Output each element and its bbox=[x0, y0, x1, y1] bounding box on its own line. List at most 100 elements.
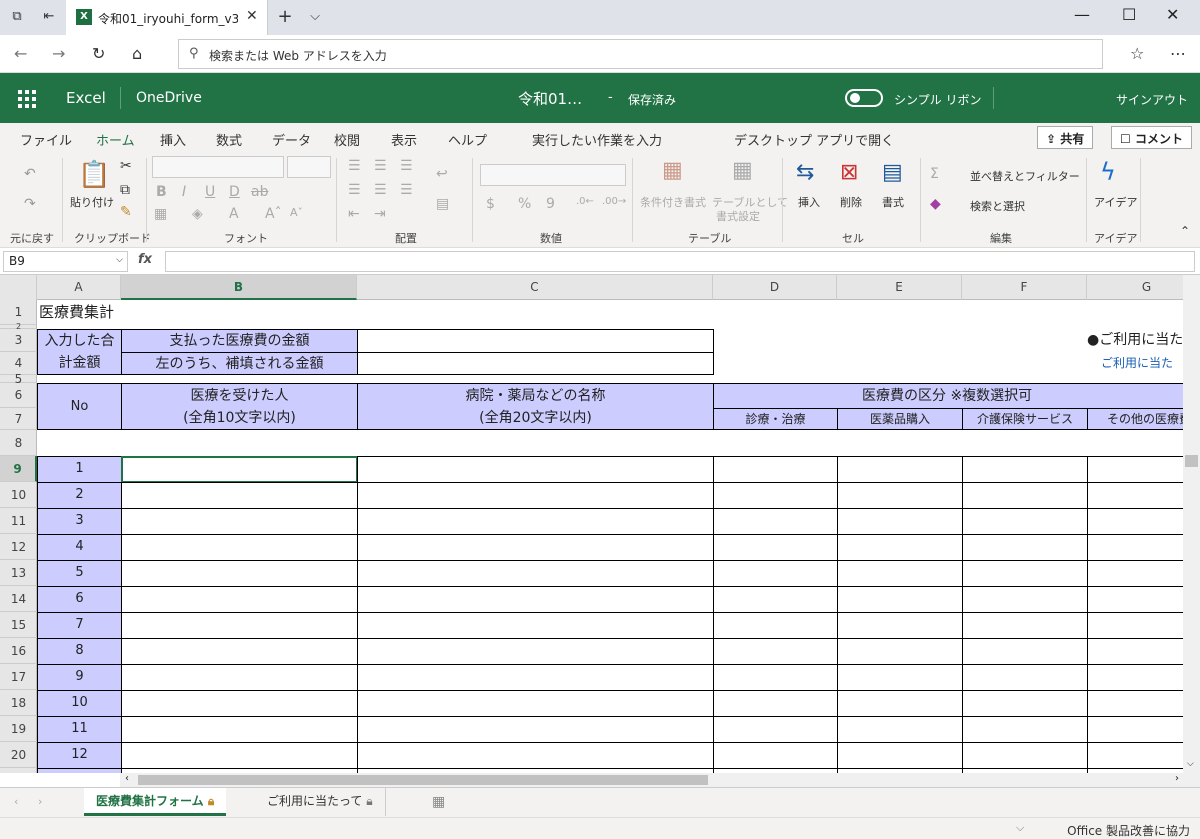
strikethrough-icon[interactable]: ab bbox=[251, 184, 268, 200]
paste-icon[interactable]: 📋 bbox=[78, 160, 110, 190]
cell-patient-name[interactable] bbox=[121, 690, 358, 717]
name-box[interactable]: B9 ⌵ bbox=[3, 251, 128, 272]
cell-patient-name[interactable] bbox=[121, 742, 358, 769]
cell-patient-name[interactable] bbox=[121, 560, 358, 587]
row-header[interactable]: 13 bbox=[0, 560, 37, 586]
font-color-icon[interactable]: A bbox=[229, 206, 239, 222]
align-middle-icon[interactable]: ☰ bbox=[374, 158, 387, 174]
maximize-icon[interactable]: ☐ bbox=[1122, 5, 1136, 24]
sheet-tab-form[interactable]: 医療費集計フォーム 🔒︎ bbox=[84, 788, 227, 816]
tab-view[interactable]: 表示 bbox=[391, 130, 417, 149]
cell-d6-category-header[interactable]: 医療費の区分 ※複数選択可 bbox=[713, 383, 1200, 409]
borders-icon[interactable]: ▦ bbox=[154, 206, 167, 222]
find-select-label[interactable]: 検索と選択 bbox=[970, 198, 1025, 214]
sheet-view-icon[interactable]: ▦ bbox=[432, 794, 445, 810]
cell-row-number[interactable]: 4 bbox=[37, 534, 122, 561]
cell-hospital-name[interactable] bbox=[357, 612, 714, 639]
next-sheet-icon[interactable]: › bbox=[38, 795, 42, 808]
delete-cells-icon[interactable]: ⊠ bbox=[840, 160, 858, 185]
cell-care[interactable] bbox=[962, 716, 1088, 743]
column-header-a[interactable]: A bbox=[37, 275, 121, 300]
column-header-d[interactable]: D bbox=[713, 275, 837, 300]
row-header[interactable]: 6 bbox=[0, 383, 37, 408]
conditional-format-label[interactable]: 条件付き書式 bbox=[640, 194, 706, 210]
close-tab-icon[interactable]: ✕ bbox=[246, 8, 258, 24]
cell-care[interactable] bbox=[962, 560, 1088, 587]
cell-care[interactable] bbox=[962, 534, 1088, 561]
cell-row-number[interactable]: 2 bbox=[37, 482, 122, 509]
cell-medicine[interactable] bbox=[837, 664, 963, 691]
cell-medicine[interactable] bbox=[837, 456, 963, 483]
cell-hospital-name[interactable] bbox=[357, 456, 714, 483]
cell-care[interactable] bbox=[962, 456, 1088, 483]
cell-care[interactable] bbox=[962, 612, 1088, 639]
italic-icon[interactable]: I bbox=[182, 184, 186, 200]
share-button[interactable]: ⇪ 共有 bbox=[1037, 126, 1094, 149]
tab-review[interactable]: 校閲 bbox=[334, 130, 360, 149]
align-bottom-icon[interactable]: ☰ bbox=[400, 158, 413, 174]
cell-hospital-name[interactable] bbox=[357, 586, 714, 613]
insert-function-icon[interactable]: fx bbox=[138, 252, 152, 267]
cell-treatment[interactable] bbox=[713, 560, 838, 587]
comment-button[interactable]: ☐ コメント bbox=[1111, 126, 1192, 149]
row-header[interactable]: 5 bbox=[0, 373, 37, 385]
cell-no-header[interactable]: No bbox=[37, 383, 122, 430]
row-header[interactable]: 3 bbox=[0, 329, 37, 352]
app-name[interactable]: Excel bbox=[66, 89, 106, 107]
row-header[interactable]: 18 bbox=[0, 690, 37, 716]
address-input[interactable]: ⚲ 検索または Web アドレスを入力 bbox=[178, 39, 1103, 69]
cell-row-number[interactable]: 8 bbox=[37, 638, 122, 665]
clear-icon[interactable]: ◆ bbox=[930, 196, 941, 212]
cell-treatment[interactable] bbox=[713, 690, 838, 717]
cell-care[interactable] bbox=[962, 508, 1088, 535]
conditional-format-icon[interactable]: ▦ bbox=[662, 158, 683, 183]
cell-care[interactable] bbox=[962, 690, 1088, 717]
number-format-select[interactable] bbox=[480, 164, 626, 186]
cell-row-number[interactable]: 13 bbox=[37, 768, 122, 773]
cell-a1-title[interactable]: 医療費集計 bbox=[37, 300, 122, 325]
align-right-icon[interactable]: ☰ bbox=[400, 182, 413, 198]
cell-care[interactable] bbox=[962, 742, 1088, 769]
shrink-font-icon[interactable]: Aˇ bbox=[290, 206, 303, 219]
cell-treatment[interactable] bbox=[713, 586, 838, 613]
cell-hospital-name[interactable] bbox=[357, 716, 714, 743]
file-title[interactable]: 令和01… bbox=[518, 88, 582, 109]
cell-patient-name[interactable] bbox=[121, 612, 358, 639]
row-header[interactable]: 19 bbox=[0, 716, 37, 742]
font-name-select[interactable] bbox=[152, 156, 284, 178]
cell-medicine[interactable] bbox=[837, 508, 963, 535]
row-header[interactable]: 20 bbox=[0, 742, 37, 768]
cell-d7-treatment[interactable]: 診療・治療 bbox=[713, 408, 838, 430]
cell-row-number[interactable]: 3 bbox=[37, 508, 122, 535]
cell-medicine[interactable] bbox=[837, 716, 963, 743]
row-header[interactable]: 11 bbox=[0, 508, 37, 534]
cell-row-number[interactable]: 5 bbox=[37, 560, 122, 587]
font-size-select[interactable] bbox=[287, 156, 331, 178]
paste-label[interactable]: 貼り付け bbox=[70, 194, 114, 210]
cell-hospital-name[interactable] bbox=[357, 638, 714, 665]
bold-icon[interactable]: B bbox=[156, 184, 167, 200]
cell-medicine[interactable] bbox=[837, 482, 963, 509]
cell-c4-compensated-amount[interactable] bbox=[357, 352, 714, 375]
tab-actions-icon[interactable]: ⧉ bbox=[8, 8, 26, 26]
cell-patient-name[interactable] bbox=[121, 664, 358, 691]
cell-treatment[interactable] bbox=[713, 508, 838, 535]
cell-care[interactable] bbox=[962, 482, 1088, 509]
ideas-icon[interactable]: ϟ bbox=[1100, 158, 1116, 186]
grow-font-icon[interactable]: Aˆ bbox=[265, 206, 282, 222]
cell-a3-total-label[interactable]: 入力した合 計金額 bbox=[37, 329, 122, 375]
cell-hospital-name[interactable] bbox=[357, 742, 714, 769]
double-underline-icon[interactable]: D bbox=[229, 184, 240, 200]
cell-medicine[interactable] bbox=[837, 742, 963, 769]
cell-hospital-name[interactable] bbox=[357, 508, 714, 535]
new-tab-icon[interactable]: + bbox=[276, 8, 294, 26]
home-icon[interactable]: ⌂ bbox=[132, 44, 142, 63]
tab-help[interactable]: ヘルプ bbox=[448, 130, 487, 149]
cell-row-number[interactable]: 9 bbox=[37, 664, 122, 691]
set-aside-tabs-icon[interactable]: ⇤ bbox=[40, 8, 58, 26]
tab-formulas[interactable]: 数式 bbox=[216, 130, 242, 149]
cell-row-number[interactable]: 6 bbox=[37, 586, 122, 613]
cell-treatment[interactable] bbox=[713, 534, 838, 561]
minimize-icon[interactable]: — bbox=[1074, 5, 1090, 24]
status-feedback[interactable]: Office 製品改善に協力 bbox=[1067, 822, 1190, 839]
